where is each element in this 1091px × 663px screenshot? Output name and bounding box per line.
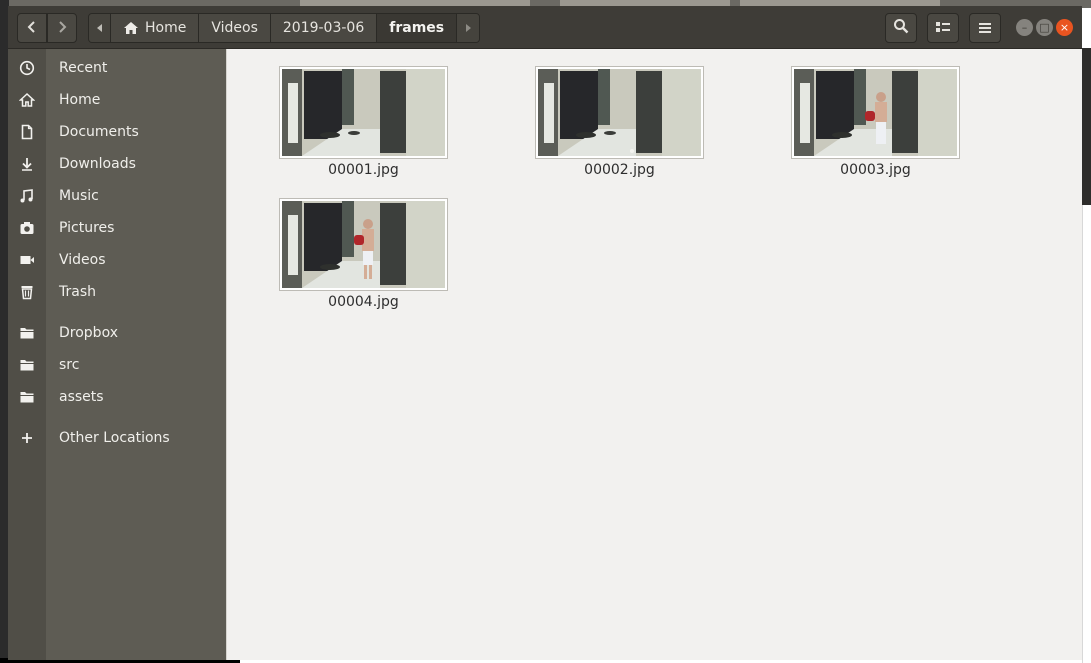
document-icon [8,124,46,140]
image-thumbnail [279,198,448,291]
forward-button[interactable] [47,13,77,43]
folder-icon [8,389,46,405]
sidebar-item-home[interactable]: Home [8,85,226,115]
sidebar-item-src[interactable]: src [8,350,226,380]
background-window-right-top [1082,48,1091,205]
folder-icon [8,357,46,373]
search-button[interactable] [885,13,917,43]
maximize-button[interactable]: □ [1036,19,1053,36]
path-item-label: 2019-03-06 [282,20,365,36]
file-manager-window: Home Videos 2019-03-06 frames – □ × Rece… [8,6,1082,660]
sidebar-item-pictures[interactable]: Pictures [8,213,226,243]
sidebar-item-label: Other Locations [59,430,170,446]
background-window-right [1082,205,1091,663]
file-name: 00002.jpg [584,162,655,178]
triangle-right-icon [466,24,472,32]
sidebar-item-label: Trash [59,284,96,300]
file-item[interactable]: 00003.jpg [757,50,960,180]
sidebar-item-documents[interactable]: Documents [8,117,226,147]
sidebar-item-label: Videos [59,252,106,268]
file-name: 00001.jpg [328,162,399,178]
path-item-home[interactable]: Home [111,14,200,42]
path-item-label: Home [145,20,187,36]
close-icon: × [1059,21,1070,34]
list-view-icon [935,19,951,38]
home-icon [8,92,46,108]
search-icon [893,18,909,38]
sidebar-item-other-locations[interactable]: Other Locations [8,423,226,453]
maximize-icon: □ [1039,21,1050,34]
music-icon [8,188,46,204]
sidebar-item-trash[interactable]: Trash [8,277,226,307]
path-scroll-right-button[interactable] [457,14,480,42]
sidebar-item-label: Downloads [59,156,136,172]
file-name: 00003.jpg [840,162,911,178]
sidebar-item-label: Pictures [59,220,115,236]
sidebar-item-label: Music [59,188,99,204]
sidebar-item-label: src [59,357,80,373]
sidebar-item-recent[interactable]: Recent [8,53,226,83]
sidebar-item-label: assets [59,389,104,405]
file-item[interactable]: 00002.jpg [501,50,704,180]
recent-clock-icon [8,60,46,76]
triangle-left-icon [96,24,102,32]
chevron-right-icon [55,19,69,38]
menu-button[interactable] [969,13,1001,43]
chevron-left-icon [25,19,39,38]
folder-icon [8,325,46,341]
plus-icon [8,430,46,446]
sidebar-item-videos[interactable]: Videos [8,245,226,275]
path-item-label: frames [389,20,445,36]
hamburger-menu-icon [978,19,992,38]
back-button[interactable] [17,13,47,43]
places-sidebar: Recent Home Documents Downloads Music Pi… [8,49,226,660]
path-item-videos[interactable]: Videos [199,14,271,42]
path-item-frames[interactable]: frames [377,14,458,42]
image-thumbnail [279,66,448,159]
file-grid: 00001.jpg 00002.jpg 00003.jpg 00004.jpg [226,49,1082,660]
sidebar-item-dropbox[interactable]: Dropbox [8,318,226,348]
minimize-button[interactable]: – [1016,19,1033,36]
image-thumbnail [791,66,960,159]
path-bar: Home Videos 2019-03-06 frames [88,13,481,43]
file-item[interactable]: 00004.jpg [245,182,448,312]
path-scroll-left-button[interactable] [89,14,111,42]
file-item[interactable]: 00001.jpg [245,50,448,180]
close-button[interactable]: × [1056,19,1073,36]
sidebar-item-label: Dropbox [59,325,118,341]
path-item-date-folder[interactable]: 2019-03-06 [270,14,378,42]
file-name: 00004.jpg [328,294,399,310]
video-icon [8,252,46,268]
view-toggle-button[interactable] [927,13,959,43]
minimize-icon: – [1021,21,1028,34]
camera-icon [8,220,46,236]
sidebar-item-label: Home [59,92,101,108]
sidebar-item-assets[interactable]: assets [8,382,226,412]
home-icon [123,21,139,35]
sidebar-item-label: Documents [59,124,139,140]
image-thumbnail [535,66,704,159]
header-bar: Home Videos 2019-03-06 frames – □ × [8,6,1082,49]
sidebar-item-music[interactable]: Music [8,181,226,211]
download-icon [8,156,46,172]
sidebar-item-downloads[interactable]: Downloads [8,149,226,179]
trash-icon [8,284,46,300]
path-item-label: Videos [211,20,258,36]
sidebar-item-label: Recent [59,60,108,76]
